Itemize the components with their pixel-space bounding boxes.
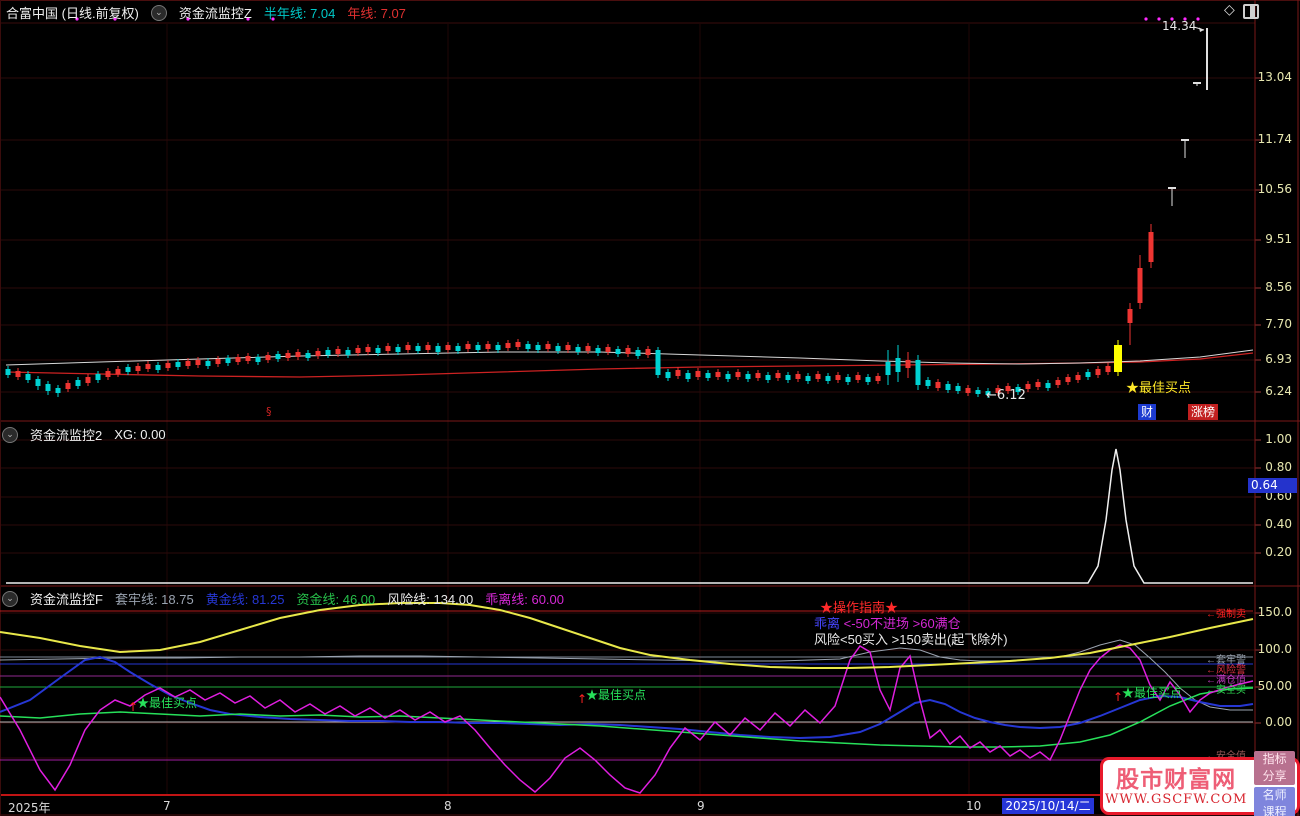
year-line-value: 年线: 7.07 [347, 3, 406, 22]
watermark-badge-indicator-share: 指标分享 [1254, 751, 1295, 785]
panel2-indicator-name[interactable]: 资金流监控2 [30, 425, 102, 444]
zhangbang-badge[interactable]: 涨榜 [1188, 404, 1218, 420]
axis-price-label: 11.74 [1258, 132, 1292, 146]
fengxian-line-value: 风险线: 134.00 [387, 589, 473, 608]
watermark-url: WWW.GSCFW.COM [1105, 792, 1247, 807]
collapse-chevron-icon[interactable]: ⌄ [151, 5, 167, 21]
axis-price-label: 10.56 [1258, 182, 1292, 196]
taolao-line-value: 套牢线: 18.75 [115, 589, 194, 608]
signal-mark: § [266, 405, 272, 418]
axis-price-label: 0.20 [1265, 545, 1292, 559]
axis-price-label: 0.40 [1265, 517, 1292, 531]
axis-price-label: 150.0 [1258, 605, 1292, 619]
note-rule-risk: 风险<50买入 >150卖出(起飞除外) [814, 632, 1008, 648]
operation-guide-note: ★操作指南★ 乖离 <-50不进场 >60满仓 风险<50买入 >150卖出(起… [814, 600, 1008, 648]
best-buy-label: ★最佳买点 [1122, 684, 1182, 701]
window-split-icon[interactable] [1243, 4, 1259, 19]
axis-price-label: 0.80 [1265, 460, 1292, 474]
axis-price-label: 6.24 [1265, 384, 1292, 398]
xaxis-label[interactable]: 8 [444, 799, 452, 813]
axis-price-label: 6.93 [1265, 352, 1292, 366]
xaxis-label[interactable]: 9 [697, 799, 705, 813]
note-guaili-rule: <-50不进场 >60满仓 [840, 616, 961, 631]
main-chart-header: 合富中国 (日线.前复权) ⌄ 资金流监控Z 半年线: 7.04 年线: 7.0… [6, 3, 406, 22]
axis-price-label: 100.0 [1258, 642, 1292, 656]
best-buy-label: ★最佳买点 [586, 686, 646, 703]
panel3-header: ⌄ 资金流监控F 套牢线: 18.75 黄金线: 81.25 资金线: 46.0… [2, 589, 564, 608]
panel2-header: ⌄ 资金流监控2 XG: 0.00 [2, 425, 166, 444]
axis-price-label: 13.04 [1258, 70, 1292, 84]
collapse-chevron-icon[interactable]: ⌄ [2, 427, 18, 443]
xg-value: XG: 0.00 [114, 427, 165, 442]
threshold-tag: ←强制卖 [1206, 605, 1246, 620]
zijin-line-value: 资金线: 46.00 [296, 589, 375, 608]
diamond-icon[interactable]: ◇ [1224, 1, 1235, 18]
watermark-box: 股市财富网 WWW.GSCFW.COM 指标分享 名师课程 [1100, 757, 1300, 815]
collapse-chevron-icon[interactable]: ⌄ [2, 591, 18, 607]
guaili-line-value: 乖离线: 60.00 [485, 589, 564, 608]
panel3-indicator-name[interactable]: 资金流监控F [30, 589, 103, 608]
note-title: ★操作指南★ [814, 600, 1008, 616]
huangjin-line-value: 黄金线: 81.25 [206, 589, 285, 608]
trading-app-window: 合富中国 (日线.前复权) ⌄ 资金流监控Z 半年线: 7.04 年线: 7.0… [0, 0, 1300, 816]
axis-price-label: 0.00 [1265, 715, 1292, 729]
note-guaili-word: 乖离 [814, 616, 840, 631]
watermark-site-name: 股市财富网 [1105, 766, 1247, 792]
half-year-line-value: 半年线: 7.04 [264, 3, 336, 22]
axis-price-label: 7.70 [1265, 317, 1292, 331]
threshold-tag: ←安全买 [1206, 681, 1246, 696]
note-rule-guaili: 乖离 <-50不进场 >60满仓 [814, 616, 1008, 632]
xaxis-label[interactable]: 10 [966, 799, 981, 813]
cai-badge[interactable]: 财 [1138, 404, 1156, 420]
best-buy-label: ★最佳买点 [137, 694, 197, 711]
axis-price-label: 50.00 [1258, 679, 1292, 693]
low-price-annotation: ←6.12 [986, 388, 1026, 403]
best-buy-label-main: ★最佳买点 [1126, 377, 1191, 396]
current-date-badge[interactable]: 2025/10/14/二 [1002, 798, 1094, 814]
xaxis-label[interactable]: 2025年 [8, 799, 51, 816]
indicator-name[interactable]: 资金流监控Z [179, 3, 252, 22]
cursor-value-marker: 0.64 [1248, 478, 1297, 493]
axis-price-label: 1.00 [1265, 432, 1292, 446]
axis-price-label: 9.51 [1265, 232, 1292, 246]
axis-price-label: 8.56 [1265, 280, 1292, 294]
stock-title: 合富中国 (日线.前复权) [6, 3, 139, 22]
watermark-badge-courses: 名师课程 [1254, 787, 1295, 816]
xaxis-label[interactable]: 7 [163, 799, 171, 813]
high-price-annotation: 14.34 [1162, 19, 1196, 33]
